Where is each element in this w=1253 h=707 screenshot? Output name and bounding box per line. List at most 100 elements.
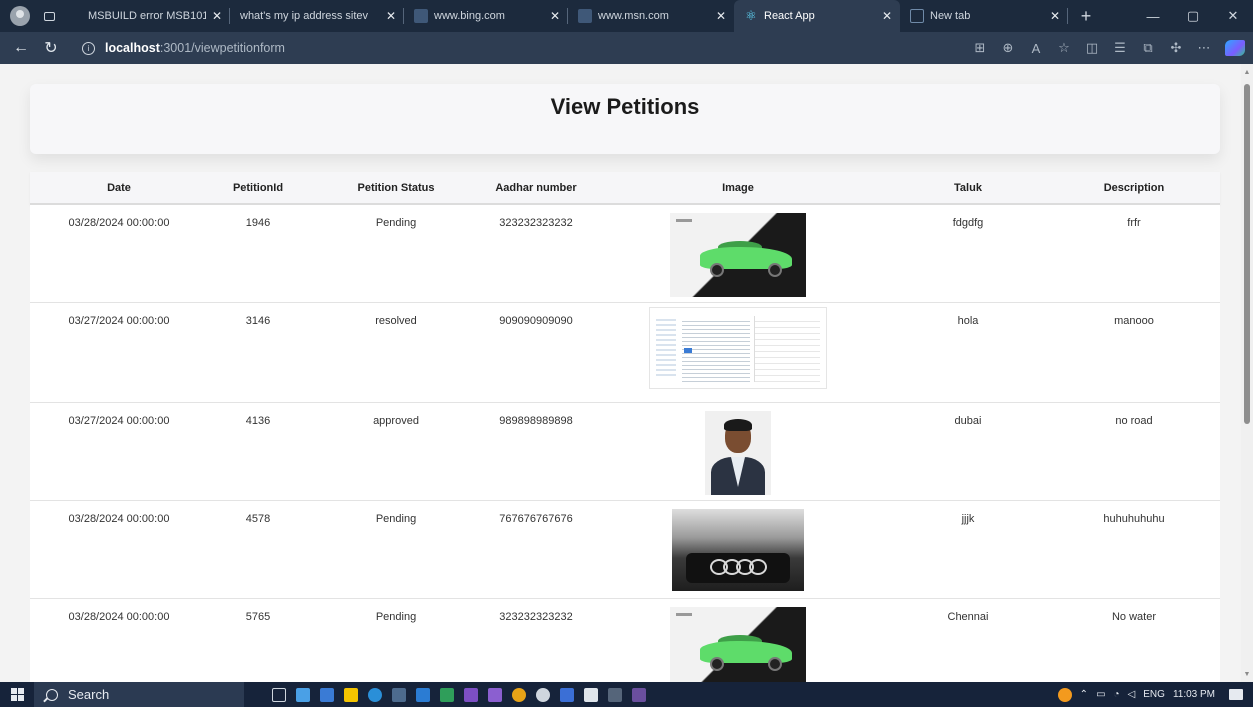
tab-close-icon[interactable]: ✕ (882, 9, 892, 23)
tab-title: what's my ip address sitev (240, 10, 369, 22)
grid-icon[interactable]: ⊞ (967, 35, 993, 61)
scroll-down-arrow-icon[interactable]: ▼ (1241, 668, 1253, 680)
cell-aadhar: 909090909090 (499, 315, 573, 327)
tab-bing[interactable]: www.bing.com ✕ (404, 0, 568, 32)
volume-icon[interactable]: ◁ (1128, 689, 1136, 700)
tab-title: MSBUILD error MSB1011 : (88, 10, 206, 22)
tab-new-tab[interactable]: New tab ✕ (900, 0, 1068, 32)
react-icon: ⚛ (745, 8, 757, 23)
read-aloud-icon[interactable]: A (1023, 35, 1049, 61)
site-info-icon[interactable]: i (82, 41, 95, 55)
petition-image-car-grille (672, 509, 804, 591)
terminal-icon[interactable] (608, 687, 622, 702)
tab-close-icon[interactable]: ✕ (386, 9, 396, 23)
petitions-table: Date PetitionId Petition Status Aadhar n… (30, 172, 1220, 682)
windows-taskbar: Search ⌃ ▭ ◔ ◁ ENG 11:03 PM (0, 682, 1253, 707)
vertical-scrollbar[interactable]: ▲ ▼ (1241, 64, 1253, 682)
tab-msn[interactable]: www.msn.com ✕ (568, 0, 734, 32)
close-window-button[interactable]: ✕ (1213, 0, 1253, 32)
network-icon[interactable]: ▭ (1096, 689, 1105, 700)
cell-description: huhuhuhuhu (1103, 513, 1165, 525)
petition-image-screenshot (649, 307, 827, 389)
chevron-up-icon[interactable]: ⌃ (1080, 689, 1088, 700)
active-app-icon[interactable] (584, 687, 598, 702)
cell-image (588, 501, 888, 598)
table-header: Date PetitionId Petition Status Aadhar n… (30, 172, 1220, 205)
petition-image-green-car (670, 607, 806, 682)
split-screen-icon[interactable]: ◫ (1079, 35, 1105, 61)
cell-status: Pending (375, 513, 417, 525)
tab-close-icon[interactable]: ✕ (716, 9, 726, 23)
extensions-icon[interactable]: ✣ (1163, 35, 1189, 61)
tab-ip-address[interactable]: what's my ip address sitev ✕ (230, 0, 404, 32)
tab-close-icon[interactable]: ✕ (1050, 9, 1060, 23)
cell-petition-id: 1946 (245, 217, 271, 229)
search-icon (46, 688, 58, 701)
app-icon[interactable] (392, 687, 406, 702)
cell-description: manooo (1114, 315, 1154, 327)
task-view-icon[interactable] (272, 687, 286, 702)
scrollbar-thumb[interactable] (1244, 84, 1250, 424)
maximize-button[interactable]: ▢ (1173, 0, 1213, 32)
tab-msbuild[interactable]: MSBUILD error MSB1011 : ✕ (78, 0, 230, 32)
visual-studio-icon[interactable] (464, 687, 478, 702)
language-indicator[interactable]: ENG (1143, 689, 1165, 700)
address-bar: ← ↻ i localhost:3001/viewpetitionform ⊞ … (0, 32, 1253, 64)
tab-react-app[interactable]: ⚛ React App ✕ (734, 0, 900, 32)
favorite-star-icon[interactable]: ☆ (1051, 35, 1077, 61)
app-tray-icon[interactable] (1057, 687, 1072, 702)
tab-actions-icon[interactable] (38, 5, 60, 27)
cell-taluk: jjjk (961, 513, 975, 525)
column-header-aadhar: Aadhar number (495, 181, 577, 194)
copilot-icon[interactable] (1225, 40, 1245, 56)
tab-title: React App (764, 10, 815, 22)
tab-close-icon[interactable]: ✕ (550, 9, 560, 23)
cell-image (588, 599, 888, 682)
app-icon[interactable] (632, 687, 646, 702)
table-row: 03/28/2024 00:00:00 5765 Pending 3232323… (30, 599, 1220, 682)
app-icon[interactable] (320, 687, 334, 702)
favorites-icon[interactable]: ☰ (1107, 35, 1133, 61)
new-tab-button[interactable]: + (1074, 6, 1098, 27)
table-row: 03/27/2024 00:00:00 3146 resolved 909090… (30, 303, 1220, 403)
more-icon[interactable]: ⋯ (1191, 35, 1217, 61)
cell-taluk: dubai (954, 415, 982, 427)
tab-title: www.msn.com (598, 10, 669, 22)
profile-icon[interactable] (10, 6, 30, 26)
cell-status: Pending (375, 611, 417, 623)
app-icon[interactable] (560, 687, 574, 702)
back-button[interactable]: ← (6, 34, 36, 62)
wifi-icon[interactable]: ◔ (1114, 689, 1120, 700)
page-viewport: View Petitions Date PetitionId Petition … (0, 64, 1253, 682)
collections-icon[interactable]: ⧉ (1135, 35, 1161, 61)
vscode-icon[interactable] (416, 687, 430, 702)
taskbar-search[interactable]: Search (34, 682, 244, 707)
tab-title: New tab (930, 10, 971, 22)
table-row: 03/28/2024 00:00:00 4578 Pending 7676767… (30, 501, 1220, 599)
cell-date: 03/27/2024 00:00:00 (68, 415, 170, 427)
zoom-icon[interactable]: ⊕ (995, 35, 1021, 61)
minimize-button[interactable]: — (1133, 0, 1173, 32)
file-explorer-icon[interactable] (344, 687, 358, 702)
url-field[interactable]: i localhost:3001/viewpetitionform (72, 35, 632, 61)
refresh-button[interactable]: ↻ (36, 34, 66, 62)
edge-icon[interactable] (368, 687, 382, 702)
tab-close-icon[interactable]: ✕ (212, 9, 222, 23)
visual-studio-icon[interactable] (488, 687, 502, 702)
app-icon[interactable] (440, 687, 454, 702)
clock[interactable]: 11:03 PM (1173, 689, 1215, 700)
chrome-icon[interactable] (512, 687, 526, 702)
column-header-status: Petition Status (357, 181, 435, 194)
page-header: View Petitions (30, 84, 1220, 154)
bing-icon (414, 9, 428, 23)
scroll-up-arrow-icon[interactable]: ▲ (1241, 66, 1253, 78)
cell-aadhar: 323232323232 (499, 611, 573, 623)
cell-description: no road (1115, 415, 1153, 427)
cell-image (588, 403, 888, 500)
settings-gear-icon[interactable] (536, 687, 550, 702)
cell-taluk: hola (957, 315, 979, 327)
cell-taluk: fdgdfg (952, 217, 984, 229)
windows-start-icon[interactable] (0, 682, 34, 707)
widgets-icon[interactable] (296, 687, 310, 702)
notification-icon[interactable] (1229, 689, 1243, 700)
